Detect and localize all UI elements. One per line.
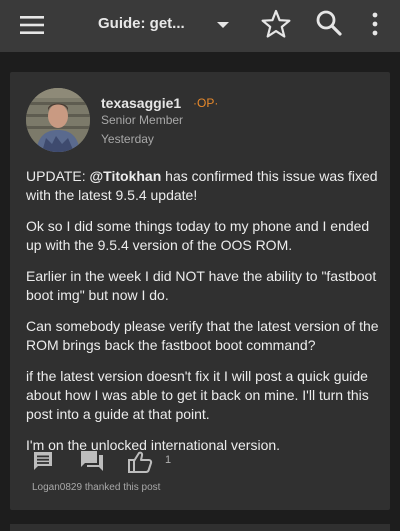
thumbs-up-icon[interactable]: [127, 450, 153, 474]
quote-icon[interactable]: [80, 450, 104, 472]
avatar[interactable]: [26, 88, 90, 152]
username[interactable]: texasaggie1: [101, 95, 181, 111]
user-mention[interactable]: @Titokhan: [90, 168, 162, 184]
post-paragraph: if the latest version doesn't fix it I w…: [26, 368, 369, 422]
user-title: Senior Member: [101, 113, 184, 127]
thanked-by-text[interactable]: Logan0829 thanked this post: [32, 482, 160, 493]
more-vertical-icon[interactable]: [366, 11, 384, 37]
post-body: UPDATE: @Titokhan has confirmed this iss…: [26, 167, 382, 467]
thread-title[interactable]: Guide: get...: [98, 15, 185, 32]
avatar-image: [26, 88, 90, 152]
star-outline-icon[interactable]: [260, 8, 292, 40]
next-post-card: [10, 524, 390, 531]
hamburger-menu-icon[interactable]: [20, 14, 44, 36]
post-paragraph: Ok so I did some things today to my phon…: [26, 218, 370, 253]
thanks-count: 1: [165, 454, 172, 466]
update-prefix: UPDATE:: [26, 168, 90, 184]
post-paragraph: Earlier in the week I did NOT have the a…: [26, 268, 377, 303]
post-paragraph: UPDATE: @Titokhan has confirmed this iss…: [26, 167, 382, 205]
post-date: Yesterday: [101, 132, 154, 146]
post-card: texasaggie1 ·OP· Senior Member Yesterday…: [10, 72, 390, 510]
search-icon[interactable]: [314, 8, 344, 38]
app-bar: Guide: get...: [0, 0, 400, 52]
op-badge: ·OP·: [193, 96, 219, 110]
reply-comment-icon[interactable]: [32, 450, 54, 472]
caret-down-icon[interactable]: [214, 16, 232, 34]
post-paragraph: Can somebody please verify that the late…: [26, 318, 379, 353]
